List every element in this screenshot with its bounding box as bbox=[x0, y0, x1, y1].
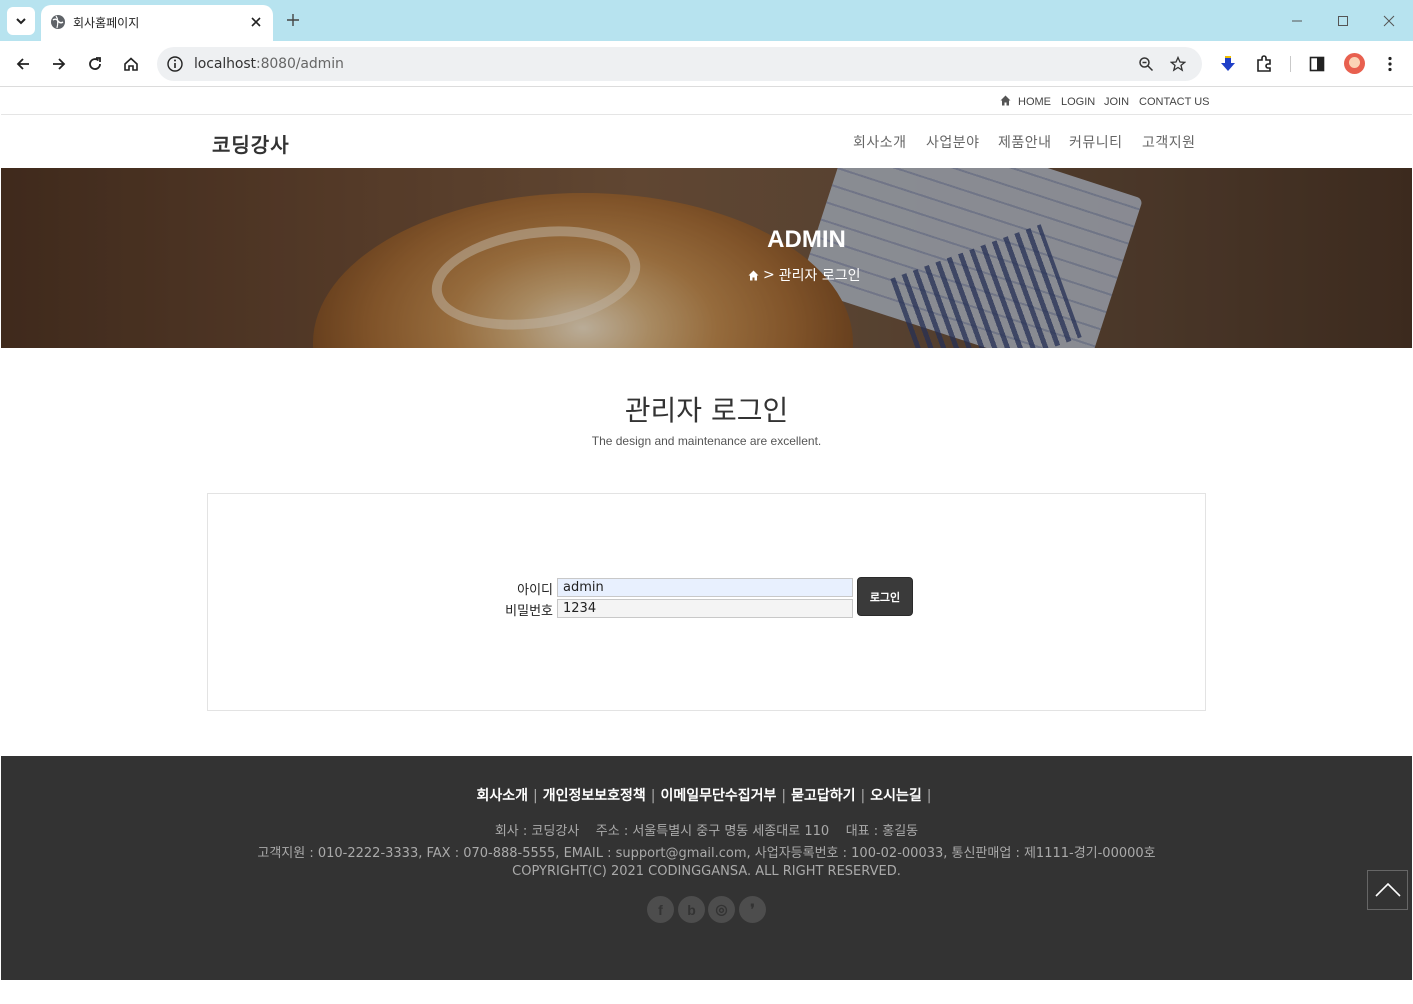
site-logo[interactable]: 코딩강사 bbox=[212, 129, 290, 158]
footer-link-divider: | bbox=[781, 788, 787, 804]
page-subtitle: The design and maintenance are excellent… bbox=[591, 434, 822, 448]
util-link-login[interactable]: LOGIN bbox=[1061, 96, 1095, 108]
zoom-button[interactable] bbox=[1136, 54, 1156, 74]
gnb-item-community[interactable]: 커뮤니티 bbox=[1069, 132, 1123, 152]
minimize-button[interactable] bbox=[1284, 8, 1310, 34]
forward-button[interactable] bbox=[45, 50, 73, 78]
chevron-up-icon bbox=[1374, 883, 1401, 897]
new-tab-button[interactable] bbox=[284, 11, 302, 29]
kakao-story-icon[interactable]: ❜ bbox=[739, 896, 766, 923]
footer-link-email-policy[interactable]: 이메일무단수집거부 bbox=[661, 788, 777, 804]
footer-link-directions[interactable]: 오시는길 bbox=[870, 788, 922, 804]
star-icon bbox=[1170, 56, 1186, 72]
gnb-item-business[interactable]: 사업분야 bbox=[926, 132, 980, 152]
close-tab-button[interactable] bbox=[247, 13, 265, 31]
page-title: 관리자 로그인 bbox=[624, 394, 789, 427]
instagram-icon[interactable]: ◎ bbox=[708, 896, 735, 923]
side-panel-icon bbox=[1309, 56, 1325, 72]
url-text[interactable]: localhost:8080/admin bbox=[194, 56, 344, 72]
plus-icon bbox=[287, 14, 299, 26]
close-icon bbox=[251, 17, 261, 27]
hero-overlay bbox=[1, 168, 1412, 348]
extensions-button[interactable] bbox=[1253, 53, 1275, 75]
browser-toolbar: localhost:8080/admin bbox=[0, 41, 1413, 87]
footer-link-divider: | bbox=[860, 788, 866, 804]
footer-company-info: 회사 : 코딩강사 주소 : 서울특별시 중구 명동 세종대로 110 대표 :… bbox=[494, 824, 919, 839]
footer-link-company[interactable]: 회사소개 bbox=[476, 788, 528, 804]
util-link-contact[interactable]: CONTACT US bbox=[1139, 96, 1210, 108]
maximize-button[interactable] bbox=[1330, 8, 1356, 34]
home-button[interactable] bbox=[117, 50, 145, 78]
download-arrow-icon bbox=[1221, 56, 1235, 71]
login-form: 아이디 비밀번호 로그인 bbox=[207, 493, 1206, 711]
browser-menu-button[interactable] bbox=[1379, 53, 1401, 75]
footer-link-divider: | bbox=[650, 788, 656, 804]
id-label: 아이디 bbox=[517, 583, 553, 598]
scroll-to-top-button[interactable] bbox=[1367, 870, 1408, 910]
gnb-item-products[interactable]: 제품안내 bbox=[998, 132, 1052, 152]
close-icon bbox=[1383, 15, 1395, 27]
web-page: HOME LOGIN JOIN CONTACT US 코딩강사 회사소개 사업분… bbox=[1, 88, 1412, 1002]
tab-search-button[interactable] bbox=[7, 7, 35, 35]
url-host: localhost bbox=[194, 56, 256, 72]
reload-button[interactable] bbox=[81, 50, 109, 78]
footer-contact-info: 고객지원 : 010-2222-3333, FAX : 070-888-5555… bbox=[257, 846, 1156, 861]
toolbar-divider bbox=[1290, 56, 1291, 72]
util-link-join[interactable]: JOIN bbox=[1104, 96, 1129, 108]
site-footer: 회사소개 | 개인정보보호정책 | 이메일무단수집거부 | 묻고답하기 | 오시는길 | 회사 :… bbox=[1, 756, 1412, 980]
tab-title: 회사홈페이지 bbox=[73, 16, 140, 30]
arrow-right-icon bbox=[53, 58, 66, 70]
footer-link-divider: | bbox=[533, 788, 538, 804]
util-link-home[interactable]: HOME bbox=[1018, 96, 1051, 108]
footer-links: 회사소개 | 개인정보보호정책 | 이메일무단수집거부 | 묻고답하기 | 오시는길 | bbox=[1, 785, 1412, 805]
site-header: 코딩강사 회사소개 사업분야 제품안내 커뮤니티 고객지원 bbox=[1, 115, 1412, 168]
chevron-down-icon bbox=[16, 18, 26, 25]
puzzle-icon bbox=[1257, 55, 1271, 72]
browser-tab-bar: 회사홈페이지 bbox=[0, 0, 1413, 41]
gnb-item-support[interactable]: 고객지원 bbox=[1142, 132, 1196, 152]
back-button[interactable] bbox=[9, 50, 37, 78]
url-path: :8080/admin bbox=[255, 56, 344, 72]
profile-avatar[interactable] bbox=[1344, 53, 1365, 74]
home-icon[interactable] bbox=[748, 270, 759, 281]
page-bottom-strip bbox=[1, 980, 1412, 1002]
utility-nav: HOME LOGIN JOIN CONTACT US bbox=[1, 88, 1412, 115]
hero-title: ADMIN bbox=[767, 226, 846, 253]
side-panel-button[interactable] bbox=[1306, 53, 1328, 75]
download-extension-button[interactable] bbox=[1217, 53, 1239, 75]
hero-banner: ADMIN > 관리자 로그인 bbox=[1, 168, 1412, 348]
more-vertical-icon bbox=[1388, 56, 1392, 72]
breadcrumb-separator: > bbox=[763, 267, 775, 283]
gnb-item-company[interactable]: 회사소개 bbox=[853, 132, 907, 152]
address-bar[interactable]: localhost:8080/admin bbox=[157, 47, 1202, 81]
password-input[interactable] bbox=[557, 599, 853, 618]
arrow-left-icon bbox=[16, 58, 29, 70]
home-icon bbox=[1000, 95, 1011, 106]
login-button[interactable]: 로그인 bbox=[857, 577, 913, 616]
bookmark-button[interactable] bbox=[1168, 54, 1188, 74]
globe-icon bbox=[51, 15, 65, 29]
facebook-icon[interactable]: f bbox=[647, 896, 674, 923]
footer-link-qna[interactable]: 묻고답하기 bbox=[791, 788, 855, 804]
breadcrumb: > 관리자 로그인 bbox=[748, 265, 860, 285]
footer-link-privacy[interactable]: 개인정보보호정책 bbox=[543, 788, 646, 804]
footer-link-divider: | bbox=[926, 788, 932, 804]
breadcrumb-current: 관리자 로그인 bbox=[778, 268, 861, 284]
blog-icon[interactable]: b bbox=[678, 896, 705, 923]
maximize-icon bbox=[1338, 16, 1348, 26]
info-icon[interactable] bbox=[166, 55, 184, 73]
footer-copyright: COPYRIGHT(C) 2021 CODINGGANSA. ALL RIGHT… bbox=[512, 864, 901, 879]
minimize-icon bbox=[1292, 20, 1302, 22]
reload-icon bbox=[89, 57, 101, 70]
password-label: 비밀번호 bbox=[505, 604, 553, 619]
zoom-out-icon bbox=[1139, 57, 1154, 72]
close-window-button[interactable] bbox=[1376, 8, 1402, 34]
id-input[interactable] bbox=[557, 578, 853, 597]
home-icon bbox=[124, 57, 138, 71]
browser-tab[interactable]: 회사홈페이지 bbox=[41, 5, 273, 41]
